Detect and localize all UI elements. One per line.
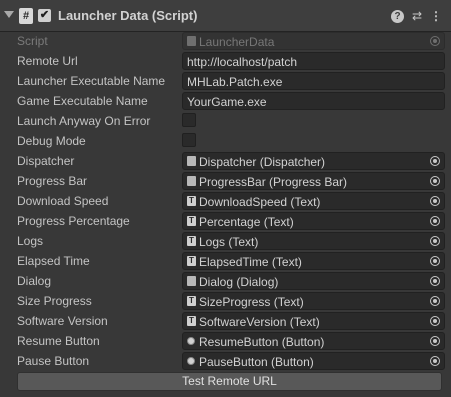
remote-url-input[interactable]: http://localhost/patch bbox=[182, 52, 445, 70]
dispatcher-label: Dispatcher bbox=[17, 154, 75, 168]
launcher-exe-label: Launcher Executable Name bbox=[17, 74, 166, 88]
context-menu-icon[interactable]: ⋮ bbox=[430, 8, 442, 24]
dispatcher-value: Dispatcher (Dispatcher) bbox=[199, 155, 326, 169]
pause-button-field[interactable]: PauseButton (Button) bbox=[182, 352, 445, 370]
software-version-row: Software Version T SoftwareVersion (Text… bbox=[0, 311, 451, 331]
object-picker-icon[interactable] bbox=[430, 276, 440, 286]
object-picker-icon[interactable] bbox=[430, 156, 440, 166]
launch-anyway-label: Launch Anyway On Error bbox=[17, 114, 151, 128]
object-picker-icon[interactable] bbox=[430, 236, 440, 246]
debug-mode-row: Debug Mode bbox=[0, 131, 451, 151]
component-header: # ✔ Launcher Data (Script) ? ⇄ ⋮ bbox=[0, 0, 451, 32]
script-component-icon bbox=[187, 156, 196, 166]
progress-bar-label: Progress Bar bbox=[17, 174, 88, 188]
text-component-icon: T bbox=[187, 256, 196, 266]
game-exe-label: Game Executable Name bbox=[17, 94, 148, 108]
logs-field[interactable]: T Logs (Text) bbox=[182, 232, 445, 250]
resume-button-value: ResumeButton (Button) bbox=[199, 335, 325, 349]
launcher-exe-row: Launcher Executable Name MHLab.Patch.exe bbox=[0, 71, 451, 91]
progress-percentage-field[interactable]: T Percentage (Text) bbox=[182, 212, 445, 230]
object-picker-icon[interactable] bbox=[430, 336, 440, 346]
resume-button-label: Resume Button bbox=[17, 334, 100, 348]
dispatcher-field[interactable]: Dispatcher (Dispatcher) bbox=[182, 152, 445, 170]
object-picker-icon bbox=[430, 36, 440, 46]
progress-percentage-value: Percentage (Text) bbox=[199, 215, 294, 229]
dialog-row: Dialog Dialog (Dialog) bbox=[0, 271, 451, 291]
test-remote-url-button[interactable]: Test Remote URL bbox=[17, 372, 442, 391]
object-picker-icon[interactable] bbox=[430, 196, 440, 206]
logs-value: Logs (Text) bbox=[199, 235, 259, 249]
dialog-label: Dialog bbox=[17, 274, 52, 288]
presets-icon[interactable]: ⇄ bbox=[410, 8, 424, 24]
software-version-label: Software Version bbox=[17, 314, 108, 328]
object-picker-icon[interactable] bbox=[430, 216, 440, 226]
script-file-icon bbox=[187, 36, 196, 46]
script-label: Script bbox=[17, 34, 48, 48]
elapsed-time-label: Elapsed Time bbox=[17, 254, 90, 268]
progress-bar-row: Progress Bar ProgressBar (Progress Bar) bbox=[0, 171, 451, 191]
remote-url-row: Remote Url http://localhost/patch bbox=[0, 51, 451, 71]
logs-row: Logs T Logs (Text) bbox=[0, 231, 451, 251]
software-version-field[interactable]: T SoftwareVersion (Text) bbox=[182, 312, 445, 330]
text-component-icon: T bbox=[187, 216, 196, 226]
pause-button-row: Pause Button PauseButton (Button) bbox=[0, 351, 451, 371]
size-progress-label: Size Progress bbox=[17, 294, 92, 308]
download-speed-value: DownloadSpeed (Text) bbox=[199, 195, 321, 209]
object-picker-icon[interactable] bbox=[430, 176, 440, 186]
resume-button-field[interactable]: ResumeButton (Button) bbox=[182, 332, 445, 350]
resume-button-row: Resume Button ResumeButton (Button) bbox=[0, 331, 451, 351]
dialog-value: Dialog (Dialog) bbox=[199, 275, 279, 289]
object-picker-icon[interactable] bbox=[430, 296, 440, 306]
dialog-field[interactable]: Dialog (Dialog) bbox=[182, 272, 445, 290]
game-exe-input[interactable]: YourGame.exe bbox=[182, 92, 445, 110]
text-component-icon: T bbox=[187, 236, 196, 246]
script-row: Script LauncherData bbox=[0, 31, 451, 51]
progress-percentage-label: Progress Percentage bbox=[17, 214, 130, 228]
text-component-icon: T bbox=[187, 196, 196, 206]
size-progress-field[interactable]: T SizeProgress (Text) bbox=[182, 292, 445, 310]
download-speed-field[interactable]: T DownloadSpeed (Text) bbox=[182, 192, 445, 210]
software-version-value: SoftwareVersion (Text) bbox=[199, 315, 320, 329]
download-speed-label: Download Speed bbox=[17, 194, 109, 208]
object-picker-icon[interactable] bbox=[430, 316, 440, 326]
object-picker-icon[interactable] bbox=[430, 356, 440, 366]
script-field: LauncherData bbox=[182, 32, 445, 50]
elapsed-time-field[interactable]: T ElapsedTime (Text) bbox=[182, 252, 445, 270]
logs-label: Logs bbox=[17, 234, 44, 248]
download-speed-row: Download Speed T DownloadSpeed (Text) bbox=[0, 191, 451, 211]
help-icon[interactable]: ? bbox=[391, 10, 404, 23]
launch-anyway-row: Launch Anyway On Error bbox=[0, 111, 451, 131]
launcher-exe-value: MHLab.Patch.exe bbox=[187, 75, 283, 89]
component-title: Launcher Data (Script) bbox=[58, 8, 198, 23]
pause-button-value: PauseButton (Button) bbox=[199, 355, 314, 369]
launch-anyway-checkbox[interactable] bbox=[182, 113, 196, 127]
game-exe-value: YourGame.exe bbox=[187, 95, 267, 109]
script-value: LauncherData bbox=[199, 35, 275, 49]
foldout-arrow-icon[interactable] bbox=[4, 11, 14, 18]
remote-url-label: Remote Url bbox=[17, 54, 78, 68]
game-exe-row: Game Executable Name YourGame.exe bbox=[0, 91, 451, 111]
button-component-icon bbox=[187, 337, 195, 345]
script-component-icon bbox=[187, 176, 196, 186]
button-component-icon bbox=[187, 357, 195, 365]
progress-bar-field[interactable]: ProgressBar (Progress Bar) bbox=[182, 172, 445, 190]
pause-button-label: Pause Button bbox=[17, 354, 90, 368]
script-component-icon bbox=[187, 276, 196, 286]
progress-percentage-row: Progress Percentage T Percentage (Text) bbox=[0, 211, 451, 231]
dispatcher-row: Dispatcher Dispatcher (Dispatcher) bbox=[0, 151, 451, 171]
object-picker-icon[interactable] bbox=[430, 256, 440, 266]
size-progress-row: Size Progress T SizeProgress (Text) bbox=[0, 291, 451, 311]
text-component-icon: T bbox=[187, 296, 196, 306]
debug-mode-label: Debug Mode bbox=[17, 134, 86, 148]
progress-bar-value: ProgressBar (Progress Bar) bbox=[199, 175, 348, 189]
remote-url-value: http://localhost/patch bbox=[187, 55, 298, 69]
script-hash-icon: # bbox=[19, 8, 33, 24]
elapsed-time-row: Elapsed Time T ElapsedTime (Text) bbox=[0, 251, 451, 271]
text-component-icon: T bbox=[187, 316, 196, 326]
component-enabled-checkbox[interactable]: ✔ bbox=[38, 9, 51, 22]
debug-mode-checkbox[interactable] bbox=[182, 133, 196, 147]
size-progress-value: SizeProgress (Text) bbox=[199, 295, 304, 309]
elapsed-time-value: ElapsedTime (Text) bbox=[199, 255, 302, 269]
launcher-exe-input[interactable]: MHLab.Patch.exe bbox=[182, 72, 445, 90]
